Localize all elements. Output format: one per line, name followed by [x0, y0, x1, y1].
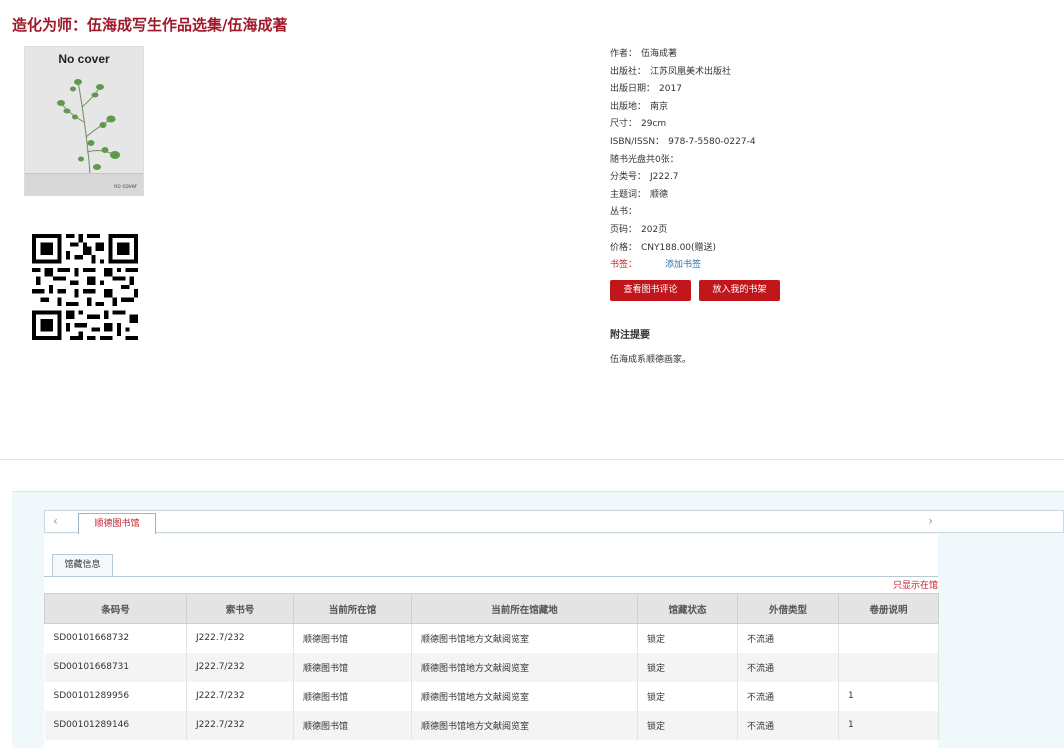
meta-value: 978-7-5580-0227-4 [668, 136, 756, 147]
meta-pub-date: 出版日期： 2017 [610, 81, 1030, 99]
table-row: SD00101668731 J222.7/232 顺德图书馆 顺德图书馆地方文献… [44, 652, 939, 682]
table-cell: 顺德图书馆地方文献阅览室 [411, 652, 638, 682]
meta-label: 价格： [610, 242, 638, 253]
column-header: 外借类型 [737, 593, 839, 624]
section-divider [0, 459, 1064, 460]
column-header: 馆藏状态 [637, 593, 738, 624]
tab-holdings-info[interactable]: 馆藏信息 [52, 554, 113, 576]
notes-heading: 附注提要 [610, 330, 650, 341]
meta-value: 顺德 [650, 189, 669, 200]
table-cell: 顺德图书馆地方文献阅览室 [411, 681, 638, 711]
table-cell [838, 652, 939, 682]
chevron-right-icon[interactable]: › [928, 514, 933, 528]
meta-label: ISBN/ISSN： [610, 136, 665, 147]
meta-label: 分类号： [610, 172, 647, 183]
table-row: SD00101668732 J222.7/232 顺德图书馆 顺德图书馆地方文献… [44, 623, 939, 653]
book-cover-image: No cover no cover [24, 46, 144, 196]
meta-label: 主题词： [610, 189, 647, 200]
column-header: 当前所在馆 [293, 593, 412, 624]
table-cell: 锁定 [637, 681, 738, 711]
table-cell: 锁定 [637, 710, 738, 740]
table-cell: 不流通 [737, 623, 839, 653]
meta-label: 丛书： [610, 207, 638, 218]
meta-pub-place: 出版地： 南京 [610, 99, 1030, 117]
table-cell: 顺德图书馆 [293, 710, 412, 740]
table-cell: 顺德图书馆地方文献阅览室 [411, 623, 638, 653]
table-cell: 不流通 [737, 681, 839, 711]
column-header: 索书号 [186, 593, 294, 624]
table-cell: SD00101289146 [44, 710, 187, 740]
meta-disc: 随书光盘共0张： [610, 152, 1030, 170]
meta-class-number: 分类号： J222.7 [610, 169, 1030, 187]
table-cell: 锁定 [637, 652, 738, 682]
meta-label: 随书光盘共0张： [610, 154, 679, 165]
meta-price: 价格： CNY188.00(赠送) [610, 240, 1030, 258]
table-cell: J222.7/232 [186, 681, 294, 711]
only-show-available-link[interactable]: 只显示在馆 [893, 578, 938, 591]
meta-isbn: ISBN/ISSN： 978-7-5580-0227-4 [610, 134, 1030, 152]
table-cell: J222.7/232 [186, 623, 294, 653]
table-header-row: 条码号 索书号 当前所在馆 当前所在馆藏地 馆藏状态 外借类型 卷册说明 [44, 593, 939, 624]
meta-value: J222.7 [650, 172, 679, 183]
table-cell: 顺德图书馆 [293, 623, 412, 653]
meta-label: 页码： [610, 224, 638, 235]
tab-underline [44, 576, 938, 577]
meta-value: 202页 [641, 224, 668, 235]
notes-text: 伍海成系顺德画家。 [610, 355, 692, 365]
table-cell: SD00101668732 [44, 623, 187, 653]
table-cell: SD00101668731 [44, 652, 187, 682]
bookmark-row: 书签： 添加书签 [610, 257, 1030, 275]
meta-subject: 主题词： 顺德 [610, 187, 1030, 205]
meta-label: 出版社： [610, 66, 647, 77]
chevron-left-icon[interactable]: ‹ [53, 514, 58, 528]
meta-label: 出版地： [610, 101, 647, 112]
column-header: 条码号 [44, 593, 187, 624]
meta-value: 江苏凤凰美术出版社 [650, 66, 732, 77]
meta-value: 伍海成著 [641, 49, 678, 59]
table-cell: J222.7/232 [186, 710, 294, 740]
holdings-table: 条码号 索书号 当前所在馆 当前所在馆藏地 馆藏状态 外借类型 卷册说明 SD0… [44, 593, 939, 740]
table-cell [838, 623, 939, 653]
plant-illustration [57, 79, 120, 176]
book-metadata: 作者： 伍海成著 出版社： 江苏凤凰美术出版社 出版日期： 2017 出版地： 南京 尺… [610, 46, 1030, 275]
library-tab-bar: ‹ 顺德图书馆 › [44, 510, 1064, 534]
meta-value: 29cm [641, 119, 667, 130]
cover-title: No cover [58, 52, 110, 66]
table-cell: 不流通 [737, 710, 839, 740]
table-cell: 1 [838, 681, 939, 711]
add-to-shelf-button[interactable]: 放入我的书架 [699, 280, 780, 301]
holdings-panel: 馆藏信息 只显示在馆 条码号 索书号 当前所在馆 当前所在馆藏地 馆藏状态 外借… [44, 534, 939, 748]
meta-pages: 页码： 202页 [610, 222, 1030, 240]
meta-value: CNY188.00(赠送) [641, 242, 717, 253]
meta-value: 2017 [659, 84, 682, 95]
table-cell: 顺德图书馆 [293, 652, 412, 682]
meta-series: 丛书： [610, 204, 1030, 222]
meta-label: 出版日期： [610, 84, 656, 95]
table-cell: SD00101289956 [44, 681, 187, 711]
bookmark-label: 书签： [610, 260, 638, 271]
meta-label: 作者： [610, 49, 638, 59]
table-row: SD00101289956 J222.7/232 顺德图书馆 顺德图书馆地方文献… [44, 681, 939, 711]
table-row: SD00101289146 J222.7/232 顺德图书馆 顺德图书馆地方文献… [44, 710, 939, 740]
add-bookmark-link[interactable]: 添加书签 [665, 260, 701, 270]
column-header: 当前所在馆藏地 [411, 593, 638, 624]
meta-publisher: 出版社： 江苏凤凰美术出版社 [610, 64, 1030, 82]
meta-author: 作者： 伍海成著 [610, 46, 1030, 64]
meta-size: 尺寸： 29cm [610, 116, 1030, 134]
view-reviews-button[interactable]: 查看图书评论 [610, 280, 691, 301]
table-cell: 顺德图书馆 [293, 681, 412, 711]
cover-footer-text: no cover [113, 184, 137, 190]
tab-library[interactable]: 顺德图书馆 [78, 513, 156, 534]
column-header: 卷册说明 [838, 593, 939, 624]
page-title: 造化为师：伍海成写生作品选集/伍海成著 [12, 16, 288, 34]
meta-label: 尺寸： [610, 119, 638, 130]
table-cell: 锁定 [637, 623, 738, 653]
table-cell: 不流通 [737, 652, 839, 682]
meta-value: 南京 [650, 101, 669, 112]
table-cell: 1 [838, 710, 939, 740]
qr-code [32, 234, 138, 340]
table-cell: 顺德图书馆地方文献阅览室 [411, 710, 638, 740]
table-cell: J222.7/232 [186, 652, 294, 682]
